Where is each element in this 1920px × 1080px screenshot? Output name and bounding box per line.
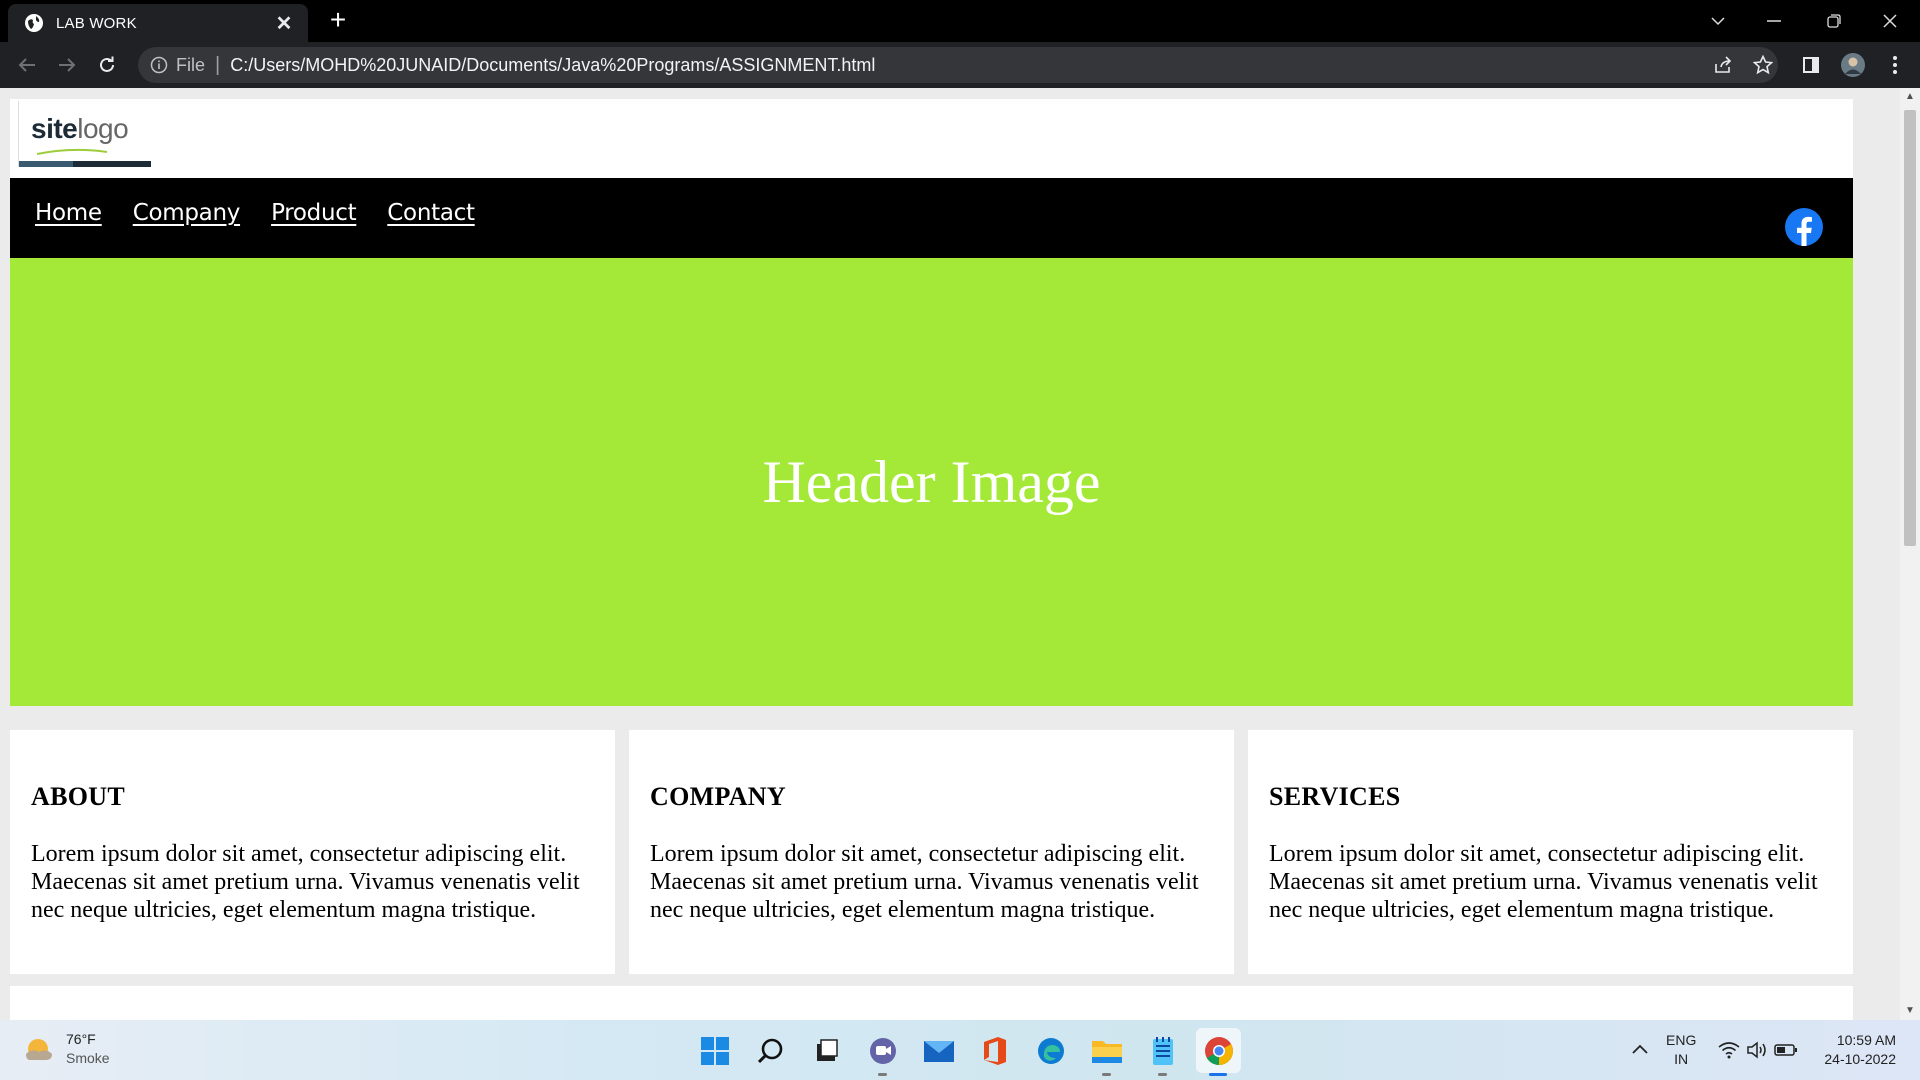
chevron-up-icon (1632, 1044, 1648, 1054)
logo-text: sitelogo (31, 113, 129, 145)
url-scheme-label: File (176, 54, 206, 75)
card-about: ABOUT Lorem ipsum dolor sit amet, consec… (10, 730, 615, 974)
notepad-button[interactable] (1140, 1028, 1185, 1076)
edge-icon (1037, 1037, 1064, 1064)
close-window-button[interactable] (1862, 0, 1918, 42)
system-status-group[interactable] (1718, 1020, 1798, 1080)
tab-close-icon[interactable]: ✕ (274, 11, 294, 36)
mail-icon (923, 1040, 954, 1062)
logo-text-site: site (31, 113, 78, 144)
header-image-text: Header Image (762, 448, 1101, 515)
header-image: Header Image (10, 258, 1853, 706)
file-explorer-button[interactable] (1084, 1028, 1129, 1076)
tab-strip: LAB WORK ✕ + (0, 0, 1920, 42)
site-nav: Home Company Product Contact (10, 178, 1853, 258)
nav-link-product[interactable]: Product (271, 200, 357, 226)
browser-toolbar: File | C:/Users/MOHD%20JUNAID/Documents/… (0, 42, 1920, 88)
logo-swoosh-icon (37, 148, 107, 155)
site-logo[interactable]: sitelogo (18, 101, 151, 167)
reload-button[interactable] (87, 45, 127, 85)
language-indicator[interactable]: ENG IN (1666, 1020, 1696, 1080)
card-title: COMPANY (650, 782, 786, 811)
site-header: sitelogo (10, 99, 1853, 179)
tab-search-chevron-icon[interactable] (1690, 0, 1746, 42)
office-icon (983, 1036, 1006, 1065)
new-tab-button[interactable]: + (324, 6, 352, 34)
volume-icon (1747, 1041, 1766, 1059)
language-line2: IN (1674, 1051, 1689, 1067)
weather-widget[interactable]: 76°F Smoke (24, 1030, 110, 1068)
url-separator: | (215, 53, 221, 76)
card-body: Lorem ipsum dolor sit amet, consectetur … (650, 841, 1199, 923)
teams-chat-button[interactable] (860, 1028, 905, 1076)
logo-text-logo: logo (77, 113, 129, 144)
facebook-icon[interactable] (1785, 208, 1823, 246)
system-clock[interactable]: 10:59 AM 24-10-2022 (1824, 1031, 1896, 1069)
logo-underline (19, 161, 151, 167)
scroll-up-arrow-icon[interactable]: ▲ (1900, 88, 1920, 106)
scrollbar-thumb[interactable] (1904, 110, 1916, 546)
url-text[interactable]: C:/Users/MOHD%20JUNAID/Documents/Java%20… (230, 55, 875, 76)
tab-title: LAB WORK (56, 14, 137, 32)
edge-button[interactable] (1028, 1028, 1073, 1073)
more-menu-icon[interactable] (1880, 50, 1910, 80)
teams-chat-icon (869, 1037, 896, 1064)
nav-link-company[interactable]: Company (133, 200, 241, 226)
chrome-button[interactable] (1196, 1028, 1241, 1076)
chrome-icon (1204, 1036, 1233, 1065)
start-icon (700, 1036, 729, 1065)
office-button[interactable] (972, 1028, 1017, 1073)
card-title: SERVICES (1269, 782, 1401, 811)
side-panel-icon[interactable] (1796, 50, 1826, 80)
task-view-button[interactable] (804, 1028, 849, 1073)
page-viewport: sitelogo Home Company Product Contact He… (0, 88, 1900, 1020)
card-body: Lorem ipsum dolor sit amet, consectetur … (31, 841, 580, 923)
info-icon[interactable] (150, 56, 168, 74)
search-button[interactable] (748, 1028, 793, 1073)
share-icon[interactable] (1708, 50, 1738, 80)
minimize-button[interactable] (1746, 0, 1802, 42)
vertical-scrollbar[interactable]: ▲ ▼ (1900, 88, 1920, 1020)
language-line1: ENG (1666, 1032, 1697, 1048)
restore-button[interactable] (1806, 0, 1862, 42)
task-view-icon (816, 1038, 838, 1061)
back-button[interactable] (7, 45, 47, 85)
taskbar-apps (692, 1028, 1241, 1076)
windows-taskbar: 76°F Smoke ENG IN 10:59 AM 24-10-2022 (0, 1020, 1920, 1080)
arrow-left-icon (18, 58, 35, 72)
nav-link-home[interactable]: Home (35, 200, 102, 226)
card-services: SERVICES Lorem ipsum dolor sit amet, con… (1248, 730, 1853, 974)
nav-link-contact[interactable]: Contact (387, 200, 475, 226)
browser-tab[interactable]: LAB WORK ✕ (8, 4, 308, 42)
reload-icon (100, 56, 114, 72)
globe-icon (25, 14, 43, 32)
notepad-icon (1152, 1036, 1173, 1065)
file-explorer-icon (1091, 1040, 1122, 1063)
content-cards: ABOUT Lorem ipsum dolor sit amet, consec… (10, 730, 1855, 974)
wifi-icon (1718, 1042, 1740, 1059)
next-section (10, 986, 1853, 1020)
show-hidden-icons-button[interactable] (1625, 1020, 1655, 1080)
address-bar[interactable]: File | C:/Users/MOHD%20JUNAID/Documents/… (138, 47, 1778, 83)
profile-avatar[interactable] (1838, 50, 1868, 80)
clock-time: 10:59 AM (1836, 1032, 1896, 1048)
battery-icon (1774, 1044, 1797, 1056)
weather-temp: 76°F (66, 1031, 96, 1047)
start-button[interactable] (692, 1028, 737, 1073)
forward-button[interactable] (47, 45, 87, 85)
scroll-down-arrow-icon[interactable]: ▼ (1900, 1002, 1920, 1020)
card-company: COMPANY Lorem ipsum dolor sit amet, cons… (629, 730, 1234, 974)
arrow-right-icon (59, 58, 76, 72)
card-title: ABOUT (31, 782, 125, 811)
search-icon (757, 1038, 782, 1063)
weather-condition: Smoke (66, 1050, 110, 1066)
clock-date: 24-10-2022 (1824, 1051, 1896, 1067)
mail-button[interactable] (916, 1028, 961, 1073)
bookmark-star-icon[interactable] (1748, 50, 1778, 80)
weather-smoke-icon (26, 1039, 52, 1060)
card-body: Lorem ipsum dolor sit amet, consectetur … (1269, 841, 1818, 923)
